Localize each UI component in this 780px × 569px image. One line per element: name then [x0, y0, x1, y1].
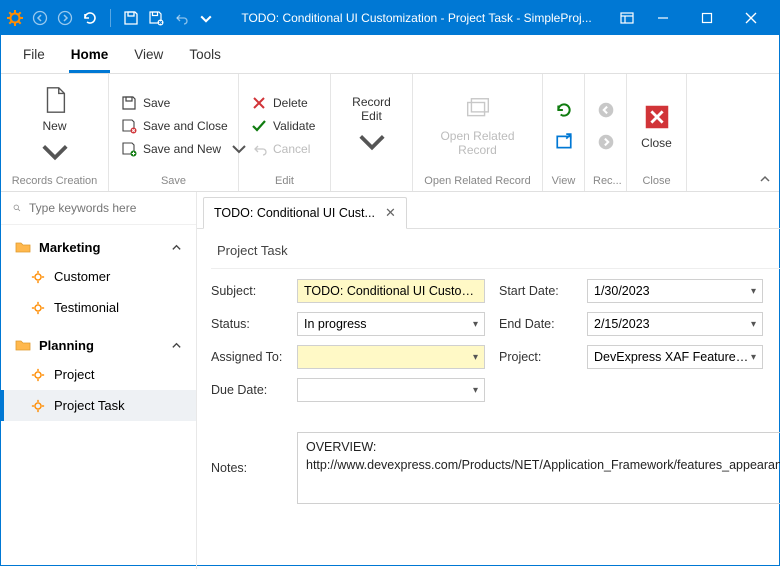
main-panel: TODO: Conditional UI Cust... ✕ Project T…	[197, 192, 780, 569]
save-icon[interactable]	[123, 10, 139, 26]
subject-field[interactable]: TODO: Conditional UI Customization	[297, 279, 485, 303]
start-date-field[interactable]: 1/30/2023▾	[587, 279, 763, 303]
group-label: Close	[635, 173, 678, 189]
nav-item-project[interactable]: Project	[1, 359, 196, 390]
group-label	[339, 173, 404, 189]
close-window-button[interactable]	[729, 1, 773, 35]
new-label: New	[42, 119, 66, 133]
end-date-field[interactable]: 2/15/2023▾	[587, 312, 763, 336]
close-button[interactable]: Close	[635, 84, 678, 168]
view-action-icon[interactable]	[555, 133, 573, 151]
qat-chevron-icon[interactable]	[198, 10, 214, 26]
form-header: Project Task	[211, 239, 780, 269]
nav-forward-icon[interactable]	[57, 10, 73, 26]
maximize-button[interactable]	[685, 1, 729, 35]
group-label: Save	[117, 173, 230, 189]
gear-icon	[31, 399, 45, 413]
new-button[interactable]: New	[27, 84, 83, 168]
chevron-down-icon[interactable]: ▾	[473, 319, 478, 330]
close-tab-icon[interactable]: ✕	[385, 205, 396, 221]
nav-item-project-task[interactable]: Project Task	[1, 390, 196, 421]
due-date-field[interactable]: ▾	[297, 378, 485, 402]
window-title: TODO: Conditional UI Customization - Pro…	[214, 11, 619, 25]
subject-label: Subject:	[211, 284, 283, 298]
group-label: Rec...	[593, 173, 618, 189]
save-close-button[interactable]: Save and Close	[117, 116, 251, 136]
content-area: Marketing Customer Testimonial Planning …	[1, 192, 779, 569]
notes-field[interactable]: OVERVIEW: http://www.devexpress.com/Prod…	[297, 432, 780, 504]
group-label: View	[551, 173, 576, 189]
delete-button[interactable]: Delete	[247, 93, 319, 113]
prev-record-icon	[597, 101, 615, 119]
nav-item-testimonial[interactable]: Testimonial	[1, 292, 196, 323]
document-tab[interactable]: TODO: Conditional UI Cust... ✕	[203, 197, 407, 229]
tab-tools[interactable]: Tools	[187, 43, 223, 73]
chevron-down-icon[interactable]: ▾	[751, 319, 756, 330]
open-related-record-button: Open Related Record	[428, 84, 528, 168]
chevron-down-icon[interactable]: ▾	[751, 286, 756, 297]
refresh-icon[interactable]	[82, 10, 98, 26]
nav-item-customer[interactable]: Customer	[1, 261, 196, 292]
project-label: Project:	[499, 350, 573, 364]
save-new-button[interactable]: Save and New	[117, 139, 251, 159]
nav-group-marketing[interactable]: Marketing	[1, 233, 196, 261]
nav-group-planning[interactable]: Planning	[1, 331, 196, 359]
nav-back-icon[interactable]	[32, 10, 48, 26]
save-close-icon[interactable]	[148, 10, 164, 26]
gear-icon	[31, 301, 45, 315]
chevron-down-icon[interactable]: ▾	[473, 385, 478, 396]
notes-label: Notes:	[211, 461, 283, 475]
validate-button[interactable]: Validate	[247, 116, 319, 136]
navigation-panel: Marketing Customer Testimonial Planning …	[1, 192, 197, 569]
search-input[interactable]	[29, 201, 184, 215]
title-bar: TODO: Conditional UI Customization - Pro…	[1, 1, 779, 35]
window-buttons	[641, 1, 773, 35]
gear-icon	[31, 270, 45, 284]
search-icon	[13, 201, 21, 215]
tab-view[interactable]: View	[132, 43, 165, 73]
save-button[interactable]: Save	[117, 93, 251, 113]
ribbon: New Records Creation Save Save and Close…	[1, 74, 779, 192]
refresh-view-icon[interactable]	[555, 101, 573, 119]
minimize-button[interactable]	[641, 1, 685, 35]
due-date-label: Due Date:	[211, 383, 283, 397]
workspace-icon[interactable]	[619, 10, 635, 26]
chevron-up-icon	[171, 340, 182, 351]
separator	[110, 9, 111, 27]
tab-home[interactable]: Home	[69, 43, 111, 73]
form: Project Task Subject: TODO: Conditional …	[197, 229, 780, 518]
chevron-down-icon	[40, 137, 70, 167]
folder-icon	[15, 239, 31, 255]
status-label: Status:	[211, 317, 283, 331]
gear-icon	[31, 368, 45, 382]
collapse-ribbon-icon[interactable]	[759, 173, 771, 185]
group-label: Records Creation	[9, 173, 100, 189]
search-box[interactable]	[1, 192, 196, 225]
status-field[interactable]: In progress▾	[297, 312, 485, 336]
project-field[interactable]: DevExpress XAF Features Over...▾	[587, 345, 763, 369]
group-label: Edit	[247, 173, 322, 189]
group-label: Open Related Record	[421, 173, 534, 189]
assigned-to-field[interactable]: ▾	[297, 345, 485, 369]
gear-icon[interactable]	[7, 10, 23, 26]
cancel-button: Cancel	[247, 139, 319, 159]
record-edit-button[interactable]: Record Edit	[344, 84, 400, 168]
start-date-label: Start Date:	[499, 284, 573, 298]
tab-file[interactable]: File	[21, 43, 47, 73]
document-tabbar: TODO: Conditional UI Cust... ✕	[197, 192, 780, 229]
chevron-down-icon[interactable]: ▾	[751, 352, 756, 363]
folder-icon	[15, 337, 31, 353]
quick-access-toolbar	[7, 9, 214, 27]
chevron-down-icon[interactable]: ▾	[473, 352, 478, 363]
chevron-down-icon	[357, 127, 387, 157]
chevron-up-icon	[171, 242, 182, 253]
end-date-label: End Date:	[499, 317, 573, 331]
next-record-icon	[597, 133, 615, 151]
undo-icon[interactable]	[173, 10, 189, 26]
ribbon-tabs: File Home View Tools	[1, 35, 779, 74]
assigned-to-label: Assigned To:	[211, 350, 283, 364]
